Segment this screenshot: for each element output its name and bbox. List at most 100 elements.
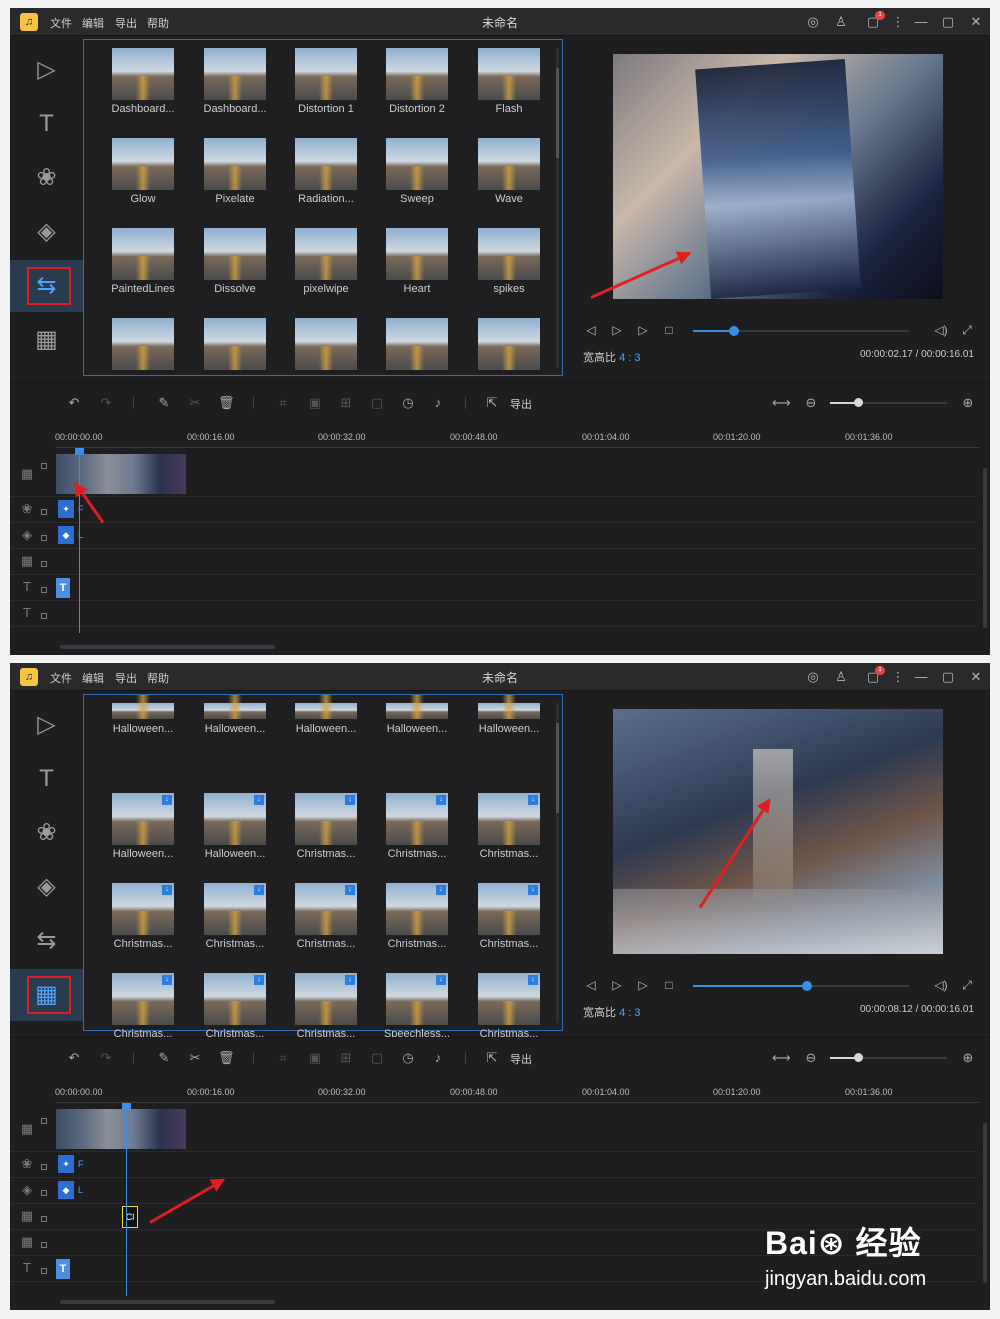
download-icon[interactable]: ↓ xyxy=(528,885,538,895)
horizontal-scrollbar[interactable] xyxy=(60,1300,275,1304)
lock-icon[interactable] xyxy=(41,509,47,515)
download-icon[interactable]: ↓ xyxy=(436,975,446,985)
grid-item[interactable]: Dashboard... xyxy=(200,48,270,126)
grid-scroll-thumb[interactable] xyxy=(556,68,559,158)
lock-icon[interactable] xyxy=(41,613,47,619)
lock-icon[interactable] xyxy=(41,463,47,469)
grid-item[interactable]: ↓ Christmas... xyxy=(382,793,452,871)
sidebar-item-media[interactable]: ▷ xyxy=(10,44,83,96)
aspect-ratio[interactable]: 宽高比 4 : 3 xyxy=(583,1004,640,1020)
sidebar-item-filters[interactable]: ❀ xyxy=(10,152,83,204)
wechat-icon[interactable]: ◎ xyxy=(805,14,821,30)
filter-clip[interactable]: ✦ xyxy=(58,500,74,518)
undo-icon[interactable]: ↶ xyxy=(66,1050,82,1066)
grid-item[interactable]: Halloween... xyxy=(200,695,270,781)
timeline-ruler[interactable]: 00:00:00.00 00:00:16.00 00:00:32.00 00:0… xyxy=(55,1083,980,1103)
grid-item[interactable]: Heart xyxy=(382,228,452,306)
lock-icon[interactable] xyxy=(41,1242,47,1248)
horizontal-scrollbar[interactable] xyxy=(60,645,275,649)
sidebar-item-elements[interactable]: ▦ xyxy=(10,314,83,366)
element-clip[interactable]: Cl xyxy=(122,1206,138,1228)
grid-item[interactable]: PaintedLines xyxy=(108,228,178,306)
grid-item[interactable]: Glow xyxy=(108,138,178,216)
progress-slider[interactable] xyxy=(693,981,909,991)
lock-icon[interactable] xyxy=(41,587,47,593)
grid-item[interactable]: Distortion 2 xyxy=(382,48,452,126)
sidebar-item-filters[interactable]: ❀ xyxy=(10,807,83,859)
speed-icon[interactable]: ◷ xyxy=(400,1050,416,1066)
download-icon[interactable]: ↓ xyxy=(254,795,264,805)
message-icon[interactable]: ▢ 1 xyxy=(865,11,885,30)
lock-icon[interactable] xyxy=(41,1190,47,1196)
redo-icon[interactable]: ↷ xyxy=(98,395,114,411)
overlay-clip[interactable]: ◆ xyxy=(58,1181,74,1199)
download-icon[interactable]: ↓ xyxy=(254,975,264,985)
grid-item[interactable]: spikes xyxy=(474,228,544,306)
download-icon[interactable]: ↓ xyxy=(345,975,355,985)
minimize-icon[interactable]: — xyxy=(913,14,929,30)
grid-item[interactable]: Pixelate xyxy=(200,138,270,216)
next-frame-icon[interactable]: ▷ xyxy=(635,322,651,338)
message-icon[interactable]: ▢ 1 xyxy=(865,666,885,685)
download-icon[interactable]: ↓ xyxy=(162,975,172,985)
microphone-icon[interactable]: ♪ xyxy=(430,395,446,411)
grid-scrollbar[interactable] xyxy=(556,48,559,368)
download-icon[interactable]: ↓ xyxy=(162,795,172,805)
progress-knob[interactable] xyxy=(802,981,813,991)
maximize-icon[interactable]: ▢ xyxy=(940,669,956,685)
text-clip[interactable]: T xyxy=(56,578,70,598)
grid-item[interactable]: Halloween... xyxy=(291,695,361,781)
grid-item[interactable]: Sweep xyxy=(382,138,452,216)
redo-icon[interactable]: ↷ xyxy=(98,1050,114,1066)
minimize-icon[interactable]: — xyxy=(913,669,929,685)
cut-icon[interactable]: ✂ xyxy=(187,1050,203,1066)
sidebar-item-elements[interactable]: ▦ xyxy=(10,969,83,1021)
video-clip[interactable] xyxy=(56,1109,186,1149)
download-icon[interactable]: ↓ xyxy=(528,975,538,985)
mosaic-icon[interactable]: ▣ xyxy=(307,1050,323,1066)
grid-item[interactable]: Dissolve xyxy=(200,228,270,306)
sidebar-item-text[interactable]: T xyxy=(10,98,83,150)
text-clip[interactable]: T xyxy=(56,1259,70,1279)
grid-item[interactable]: Radiation... xyxy=(291,138,361,216)
edit-icon[interactable]: ✎ xyxy=(156,1050,172,1066)
mosaic-icon[interactable]: ▣ xyxy=(307,395,323,411)
wechat-icon[interactable]: ◎ xyxy=(805,669,821,685)
volume-icon[interactable]: ◁) xyxy=(933,322,949,338)
volume-icon[interactable]: ◁) xyxy=(933,977,949,993)
lock-icon[interactable] xyxy=(41,1216,47,1222)
overlay-clip[interactable]: ◆ xyxy=(58,526,74,544)
sidebar-item-overlays[interactable]: ◈ xyxy=(10,861,83,913)
export-icon[interactable]: ⇱ xyxy=(484,1050,500,1066)
download-icon[interactable]: ↓ xyxy=(345,885,355,895)
delete-icon[interactable]: 🗑 xyxy=(218,395,235,411)
grid-item[interactable]: Halloween... xyxy=(382,695,452,781)
download-icon[interactable]: ↓ xyxy=(254,885,264,895)
user-icon[interactable]: ♙ xyxy=(833,669,849,685)
stop-icon[interactable]: □ xyxy=(661,322,677,338)
download-icon[interactable]: ↓ xyxy=(528,795,538,805)
sidebar-item-transitions[interactable]: ⇆ xyxy=(10,260,83,312)
zoom-out-icon[interactable]: ⊖ xyxy=(803,395,819,411)
close-icon[interactable]: ✕ xyxy=(968,669,984,685)
close-icon[interactable]: ✕ xyxy=(968,14,984,30)
grid-scrollbar[interactable] xyxy=(556,703,559,1023)
cut-icon[interactable]: ✂ xyxy=(187,395,203,411)
freeze-icon[interactable]: ▢ xyxy=(369,1050,385,1066)
split-icon[interactable]: ⊞ xyxy=(338,1050,354,1066)
export-button[interactable]: 导出 xyxy=(510,396,532,412)
split-icon[interactable]: ⊞ xyxy=(338,395,354,411)
speed-icon[interactable]: ◷ xyxy=(400,395,416,411)
zoom-out-icon[interactable]: ⊖ xyxy=(803,1050,819,1066)
lock-icon[interactable] xyxy=(41,1164,47,1170)
zoom-slider[interactable] xyxy=(830,398,947,407)
crop-icon[interactable]: ⌗ xyxy=(275,1050,291,1066)
sidebar-item-transitions[interactable]: ⇆ xyxy=(10,915,83,967)
play-icon[interactable]: ▷ xyxy=(609,322,625,338)
fit-icon[interactable]: ⟷ xyxy=(772,395,791,411)
download-icon[interactable]: ↓ xyxy=(436,795,446,805)
microphone-icon[interactable]: ♪ xyxy=(430,1050,446,1066)
grid-item[interactable]: ↓ Christmas... xyxy=(474,883,544,961)
fit-icon[interactable]: ⟷ xyxy=(772,1050,791,1066)
delete-icon[interactable]: 🗑 xyxy=(218,1050,235,1066)
